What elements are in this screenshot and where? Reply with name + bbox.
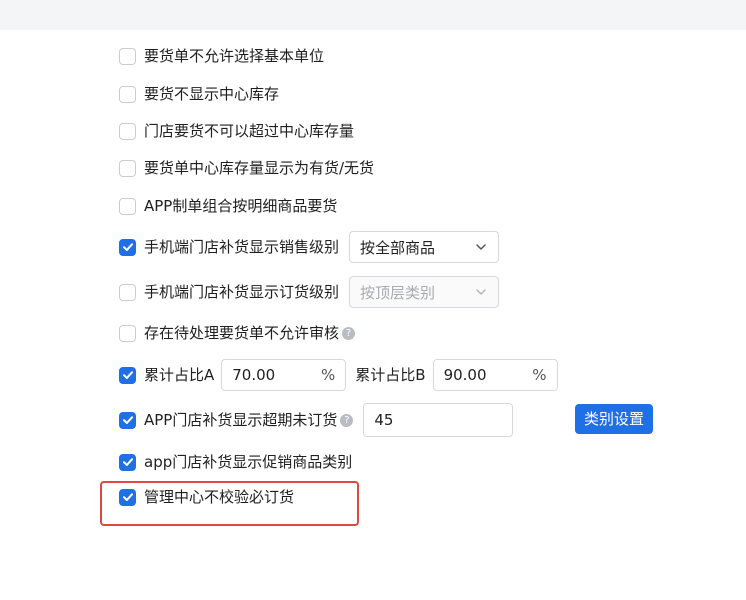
checkbox-mobile-sales-level[interactable] [119,238,136,256]
setting-row-10[interactable]: app门店补货显示促销商品类别 [119,447,352,477]
ratio-a-value: 70.00 [232,366,276,384]
setting-label: 门店要货不可以超过中心库存量 [144,122,355,140]
checkbox-app-combo-detail[interactable] [119,197,136,215]
ratio-a-input[interactable]: 70.00 % [221,359,347,391]
checkbox-pending-no-audit[interactable] [119,324,136,342]
setting-label: 要货单中心库存量显示为有货/无货 [144,159,375,177]
setting-row-7[interactable]: 存在待处理要货单不允许审核 ? [119,318,356,348]
setting-row-8[interactable]: 累计占比A 70.00 % 累计占比B 90.00 % [119,359,558,391]
checkbox-ratio-a[interactable] [119,366,136,384]
checkbox-stock-as-availability[interactable] [119,159,136,177]
checkmark-icon [122,493,133,501]
ratio-b-label: 累计占比B [355,366,426,384]
setting-row-11[interactable]: 管理中心不校验必订货 [119,482,294,512]
checkmark-icon [122,371,133,379]
overdue-days-input[interactable]: 45 [363,403,514,437]
setting-label: 要货单不允许选择基本单位 [144,47,325,65]
setting-row-1[interactable]: 要货不显示中心库存 [119,79,279,109]
setting-row-6[interactable]: 手机端门店补货显示订货级别 按顶层类别 [119,276,500,308]
sales-level-select[interactable]: 按全部商品 [349,231,500,263]
setting-row-0[interactable]: 要货单不允许选择基本单位 [119,41,324,71]
setting-label: APP门店补货显示超期未订货 [144,411,338,429]
setting-row-3[interactable]: 要货单中心库存量显示为有货/无货 [119,153,374,183]
checkmark-icon [122,458,133,466]
setting-row-4[interactable]: APP制单组合按明细商品要货 [119,191,337,221]
select-value: 按顶层类别 [360,283,436,302]
setting-row-9[interactable]: APP门店补货显示超期未订货 ? 45 [119,403,514,437]
top-bar [0,0,746,30]
ratio-b-input[interactable]: 90.00 % [432,359,558,391]
setting-label: APP制单组合按明细商品要货 [144,197,338,215]
setting-label: 管理中心不校验必订货 [144,488,295,506]
checkmark-icon [122,243,133,251]
checkbox-no-base-unit[interactable] [119,47,136,65]
ratio-b-value: 90.00 [443,366,487,384]
setting-label: app门店补货显示促销商品类别 [144,453,353,471]
setting-label: 累计占比A [144,366,215,384]
select-value: 按全部商品 [360,238,436,257]
setting-row-5[interactable]: 手机端门店补货显示销售级别 按全部商品 [119,231,500,263]
checkbox-hide-center-stock[interactable] [119,85,136,103]
chevron-down-icon [474,285,488,299]
chevron-down-icon [474,240,488,254]
setting-label: 要货不显示中心库存 [144,85,280,103]
help-icon[interactable]: ? [342,326,356,340]
overdue-days-value: 45 [374,411,394,429]
percent-unit: % [321,366,336,384]
setting-row-2[interactable]: 门店要货不可以超过中心库存量 [119,116,354,146]
setting-label: 手机端门店补货显示销售级别 [144,238,340,256]
setting-label: 手机端门店补货显示订货级别 [144,283,340,301]
help-icon[interactable]: ? [340,413,354,427]
category-settings-button[interactable]: 类别设置 [575,404,654,434]
checkbox-app-overdue[interactable] [119,411,136,429]
checkbox-app-promo-category[interactable] [119,453,136,471]
checkbox-skip-required-order-check[interactable] [119,488,136,506]
checkbox-mobile-order-level[interactable] [119,283,136,301]
checkbox-no-exceed-center-stock[interactable] [119,122,136,140]
checkmark-icon [122,416,133,424]
percent-unit: % [532,366,547,384]
order-level-select[interactable]: 按顶层类别 [349,276,500,308]
setting-label: 存在待处理要货单不允许审核 [144,324,340,342]
